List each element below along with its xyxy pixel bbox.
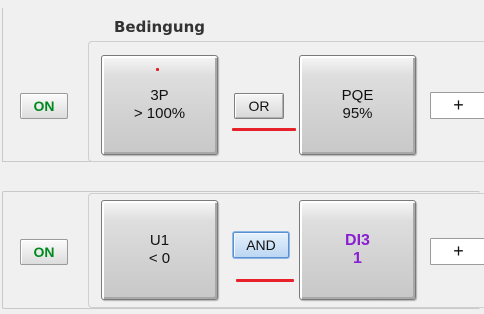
condition-threshold: 95% [342, 105, 373, 122]
section-title: Bedingung [114, 18, 205, 36]
operator-underline [236, 279, 294, 282]
on-toggle-button[interactable]: ON [20, 239, 68, 265]
operator-or-button[interactable]: OR [234, 93, 284, 119]
marker-dot [156, 68, 159, 71]
add-condition-button[interactable]: + [430, 238, 484, 265]
condition-name: U1 [149, 232, 170, 249]
condition-button-3p[interactable]: 3P > 100% [101, 55, 218, 155]
condition-name: PQE [341, 87, 374, 104]
condition-name: 3P [150, 87, 169, 104]
condition-button-u1[interactable]: U1 < 0 [101, 200, 218, 300]
operator-underline [232, 128, 296, 131]
on-toggle-button[interactable]: ON [20, 93, 68, 119]
operator-and-button[interactable]: AND [233, 232, 289, 258]
condition-button-di3[interactable]: DI3 1 [299, 200, 416, 300]
plus-icon: + [453, 95, 464, 115]
operator-label: AND [246, 237, 276, 253]
condition-threshold: < 0 [148, 250, 171, 267]
condition-threshold: > 100% [133, 105, 186, 122]
condition-button-pqe[interactable]: PQE 95% [299, 55, 416, 155]
condition-name: DI3 [345, 232, 370, 249]
plus-icon: + [453, 241, 464, 261]
condition-threshold: 1 [353, 250, 362, 267]
on-toggle-label: ON [33, 244, 55, 260]
add-condition-button[interactable]: + [430, 92, 484, 119]
operator-label: OR [248, 98, 270, 114]
on-toggle-label: ON [33, 98, 55, 114]
